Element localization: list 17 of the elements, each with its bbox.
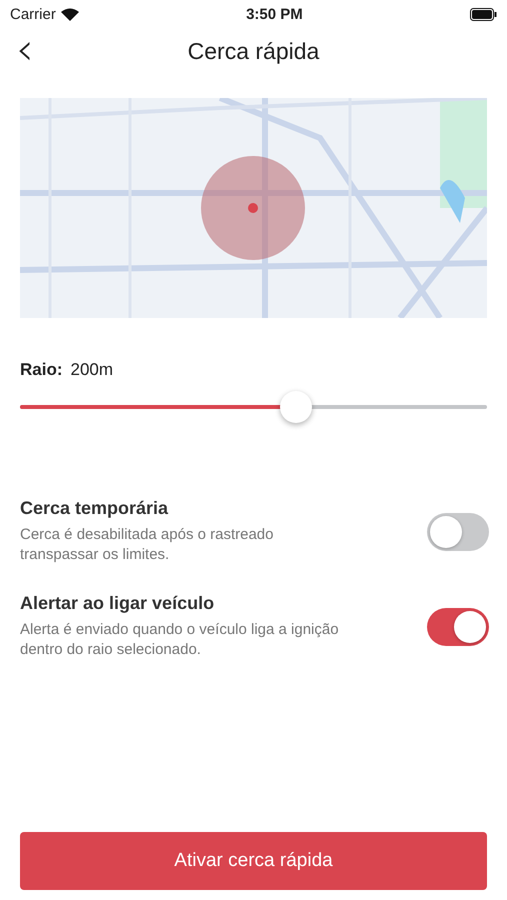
radius-slider[interactable] [20,390,487,424]
setting-description: Alerta é enviado quando o veículo liga a ignição dentro do raio selecionado. [20,620,340,660]
status-time: 3:50 PM [246,6,303,22]
setting-title: Alertar ao ligar veículo [20,593,216,614]
radius-label: Raio: [20,360,62,380]
setting-description: Cerca é desabilitada após o rastreado transpassar os limites. [20,525,274,565]
slider-thumb[interactable] [280,391,312,423]
toggle-switch[interactable] [427,608,489,646]
wifi-icon [60,8,79,20]
radius-value: 200m [70,360,114,380]
toggle-switch[interactable] [427,512,489,550]
carrier-label: Carrier [10,6,56,22]
back-button[interactable]: ‹ [12,32,38,68]
setting-title: Cerca temporária [20,498,170,519]
activate-button[interactable]: Ativar cerca rápida [20,832,487,890]
battery-icon [470,8,497,20]
page-title: Cerca rápida [188,38,320,64]
